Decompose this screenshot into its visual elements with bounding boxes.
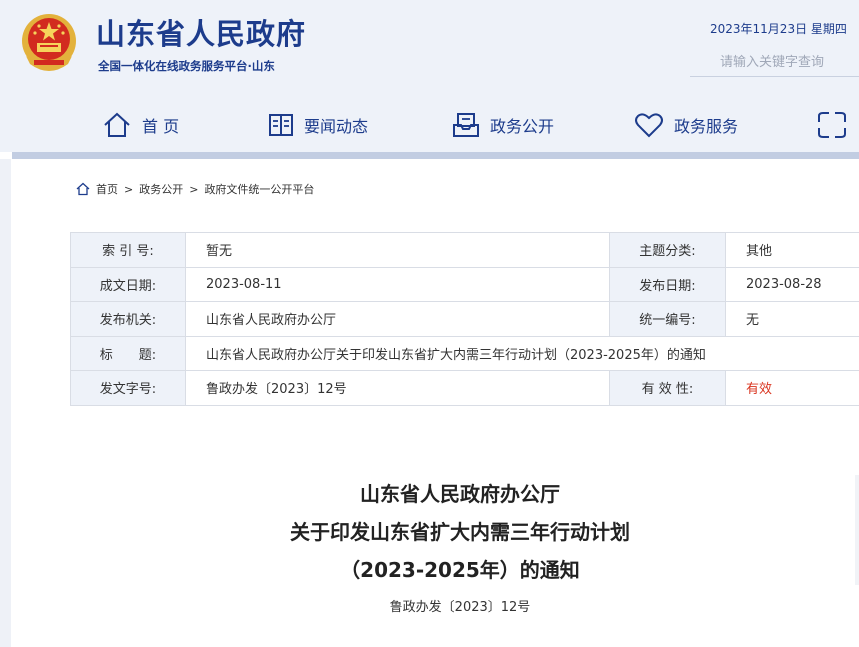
- right-side-panel-edge: [855, 475, 859, 585]
- unified-no-label: 统一编号:: [609, 301, 726, 337]
- publish-date-label: 发布日期:: [609, 266, 726, 302]
- document-title-line-3: （2023-2025年）的通知: [340, 558, 580, 582]
- index-no-label: 索 引 号:: [70, 232, 186, 268]
- home-icon: [104, 112, 130, 137]
- title-label: 标 题:: [70, 335, 186, 371]
- breadcrumb-home[interactable]: 首页: [96, 181, 118, 197]
- site-subtitle: 全国一体化在线政务服务平台·山东: [98, 59, 275, 73]
- publish-date-value: 2023-08-28: [725, 266, 859, 302]
- document-metadata-table: 索 引 号: 暂无 主题分类: 其他 成文日期: 2023-08-11 发布日期…: [70, 232, 859, 406]
- nav-item-news[interactable]: 要闻动态: [268, 102, 368, 148]
- index-no-value: 暂无: [185, 232, 610, 268]
- doc-no-value: 鲁政办发〔2023〕12号: [185, 370, 610, 406]
- breadcrumb-separator: >: [189, 182, 199, 196]
- interaction-icon: [818, 112, 846, 138]
- table-row: 发布机关: 山东省人民政府办公厅 统一编号: 无: [70, 301, 859, 337]
- table-row: 发文字号: 鲁政办发〔2023〕12号 有 效 性: 有效: [70, 370, 859, 406]
- nav-item-label: 政务服务: [674, 117, 739, 136]
- breadcrumb: 首页 > 政务公开 > 政府文件统一公开平台: [76, 181, 314, 197]
- table-row: 成文日期: 2023-08-11 发布日期: 2023-08-28: [70, 266, 859, 302]
- nav-item-home[interactable]: 首 页: [102, 102, 179, 148]
- heart-icon: [635, 113, 663, 138]
- written-date-label: 成文日期:: [70, 266, 186, 302]
- issuer-value: 山东省人民政府办公厅: [185, 301, 610, 337]
- home-icon[interactable]: [76, 182, 90, 196]
- nav-item-label: 首 页: [142, 117, 180, 136]
- nav-item-label: 政务公开: [490, 117, 555, 136]
- site-header: 山东省人民政府 全国一体化在线政务服务平台·山东 2023年11月23日 星期四…: [0, 0, 859, 152]
- nav-item-more[interactable]: [815, 102, 849, 148]
- topic-value: 其他: [725, 232, 859, 268]
- document-title-line-1: 山东省人民政府办公厅: [360, 482, 560, 506]
- nav-item-label: 要闻动态: [304, 117, 369, 136]
- written-date-value: 2023-08-11: [185, 266, 610, 302]
- table-row: 索 引 号: 暂无 主题分类: 其他: [70, 232, 859, 268]
- breadcrumb-government-affairs[interactable]: 政务公开: [139, 181, 183, 197]
- unified-no-value: 无: [725, 301, 859, 337]
- site-title[interactable]: 山东省人民政府: [96, 16, 306, 52]
- breadcrumb-document-platform[interactable]: 政府文件统一公开平台: [204, 181, 314, 197]
- nav-divider-bar: [12, 152, 859, 159]
- page: 山东省人民政府 全国一体化在线政务服务平台·山东 2023年11月23日 星期四…: [0, 0, 859, 647]
- news-icon: [269, 114, 293, 136]
- table-row: 标 题: 山东省人民政府办公厅关于印发山东省扩大内需三年行动计划（2023-20…: [70, 335, 859, 371]
- left-margin: [0, 159, 11, 647]
- document-number: 鲁政办发〔2023〕12号: [389, 600, 531, 615]
- nav-item-government-services[interactable]: 政务服务: [634, 102, 738, 148]
- topic-label: 主题分类:: [609, 232, 726, 268]
- validity-label: 有 效 性:: [609, 370, 726, 406]
- main-nav: 首 页 要闻动态 政务公开 政务服务: [0, 102, 859, 148]
- issuer-label: 发布机关:: [70, 301, 186, 337]
- title-value: 山东省人民政府办公厅关于印发山东省扩大内需三年行动计划（2023-2025年）的…: [185, 335, 859, 371]
- document-title-line-2: 关于印发山东省扩大内需三年行动计划: [290, 520, 630, 544]
- inbox-icon: [453, 113, 479, 137]
- doc-no-label: 发文字号:: [70, 370, 186, 406]
- national-emblem-icon[interactable]: [20, 12, 78, 74]
- search-input[interactable]: [690, 49, 859, 77]
- nav-item-government-affairs[interactable]: 政务公开: [452, 102, 554, 148]
- breadcrumb-separator: >: [124, 182, 134, 196]
- current-date: 2023年11月23日 星期四: [710, 22, 847, 36]
- validity-value: 有效: [725, 370, 859, 406]
